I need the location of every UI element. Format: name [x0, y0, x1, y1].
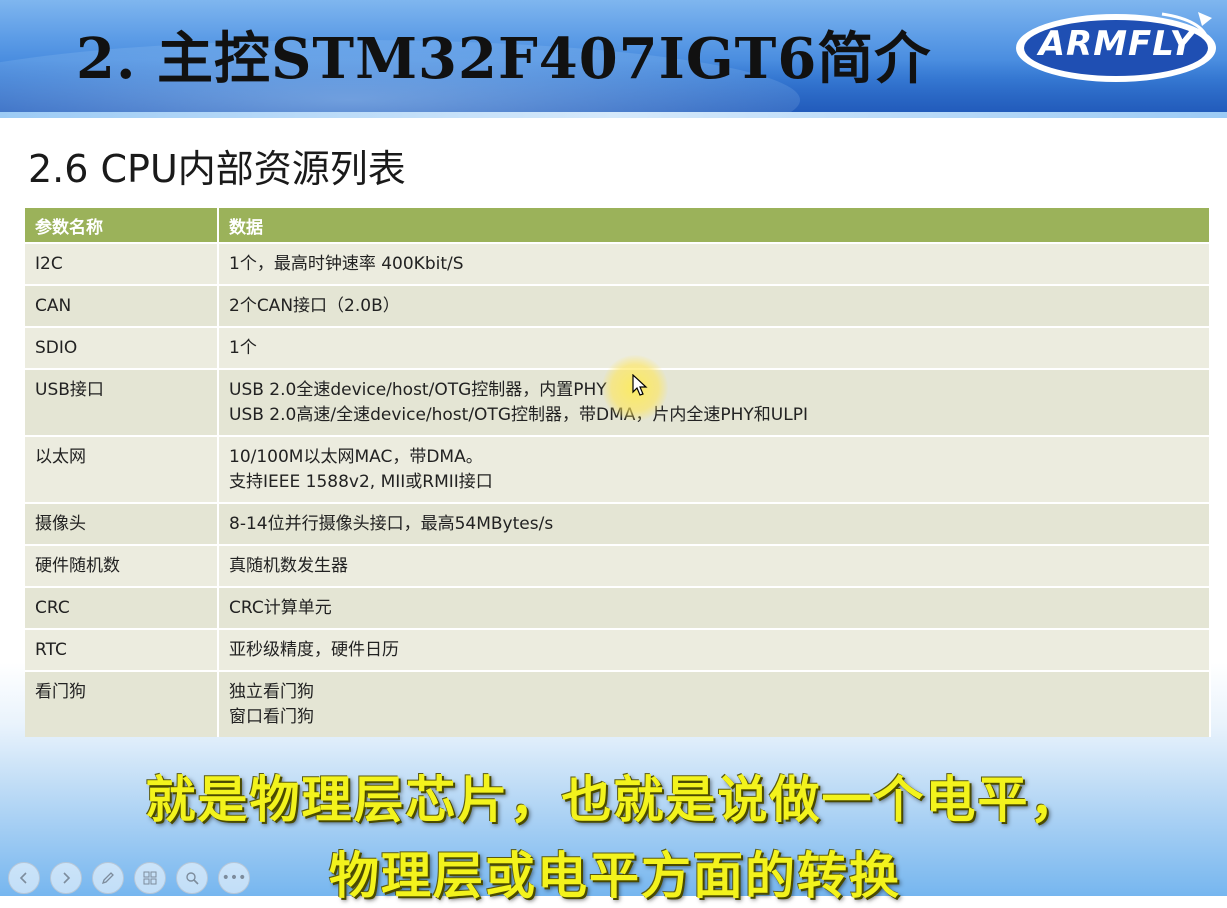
prev-icon[interactable]: [8, 862, 40, 894]
table-header-row: 参数名称 数据: [25, 208, 1211, 243]
value-line: USB 2.0高速/全速device/host/OTG控制器，带DMA，片内全速…: [229, 405, 808, 425]
table-row: USB接口 USB 2.0全速device/host/OTG控制器，内置PHY …: [25, 368, 1211, 436]
row-value: 亚秒级精度，硬件日历: [218, 628, 1211, 671]
mouse-cursor-icon: [632, 374, 648, 396]
logo-text: ARMFLY: [1038, 24, 1196, 64]
value-line: 1个，最高时钟速率 400Kbit/S: [229, 254, 464, 274]
table-row: 以太网 10/100M以太网MAC，带DMA。 支持IEEE 1588v2, M…: [25, 435, 1211, 503]
row-value: 独立看门狗 窗口看门狗: [218, 670, 1211, 737]
column-header-name: 参数名称: [25, 208, 219, 243]
cpu-resource-table: 参数名称 数据 I2C 1个，最高时钟速率 400Kbit/S CAN 2个CA…: [25, 208, 1211, 737]
row-label: RTC: [25, 628, 219, 671]
row-label: SDIO: [25, 326, 219, 369]
row-label: 摄像头: [25, 502, 219, 545]
next-icon[interactable]: [50, 862, 82, 894]
row-value: 真随机数发生器: [218, 544, 1211, 587]
table-row: 硬件随机数 真随机数发生器: [25, 544, 1211, 587]
value-line: 2个CAN接口（2.0B）: [229, 296, 400, 316]
row-label: CRC: [25, 586, 219, 629]
more-icon[interactable]: •••: [218, 862, 250, 894]
section-heading: 2.6 CPU内部资源列表: [28, 147, 406, 191]
row-label: I2C: [25, 242, 219, 285]
value-line: 真随机数发生器: [229, 556, 348, 576]
row-value: CRC计算单元: [218, 586, 1211, 629]
value-line: CRC计算单元: [229, 598, 332, 618]
table-row: 看门狗 独立看门狗 窗口看门狗: [25, 670, 1211, 737]
row-value: 10/100M以太网MAC，带DMA。 支持IEEE 1588v2, MII或R…: [218, 435, 1211, 503]
table-row: CAN 2个CAN接口（2.0B）: [25, 284, 1211, 327]
row-label: USB接口: [25, 368, 219, 436]
table-row: RTC 亚秒级精度，硬件日历: [25, 628, 1211, 671]
row-value: USB 2.0全速device/host/OTG控制器，内置PHY USB 2.…: [218, 368, 1211, 436]
slide-header: 2. 主控STM32F407IGT6简介 ARMFLY: [0, 0, 1227, 112]
row-label: 以太网: [25, 435, 219, 503]
row-value: 8-14位并行摄像头接口，最高54MBytes/s: [218, 502, 1211, 545]
slide-title: 2. 主控STM32F407IGT6简介: [76, 26, 932, 92]
slideshow-nav: •••: [8, 862, 250, 894]
row-value: 2个CAN接口（2.0B）: [218, 284, 1211, 327]
value-line: 10/100M以太网MAC，带DMA。: [229, 447, 483, 467]
table-row: SDIO 1个: [25, 326, 1211, 369]
value-line: 支持IEEE 1588v2, MII或RMII接口: [229, 472, 493, 492]
row-label: 看门狗: [25, 670, 219, 737]
row-label: CAN: [25, 284, 219, 327]
value-line: 8-14位并行摄像头接口，最高54MBytes/s: [229, 514, 554, 534]
column-header-data: 数据: [218, 208, 1211, 243]
zoom-icon[interactable]: [176, 862, 208, 894]
table-row: CRC CRC计算单元: [25, 586, 1211, 629]
table-row: 摄像头 8-14位并行摄像头接口，最高54MBytes/s: [25, 502, 1211, 545]
slides-icon[interactable]: [134, 862, 166, 894]
value-line: 独立看门狗: [229, 682, 314, 702]
row-value: 1个，最高时钟速率 400Kbit/S: [218, 242, 1211, 285]
row-value: 1个: [218, 326, 1211, 369]
more-icon-glyph: •••: [221, 870, 247, 886]
value-line: 1个: [229, 338, 257, 358]
caption-line-2: 物理层或电平方面的转换: [329, 846, 901, 905]
value-line: 窗口看门狗: [229, 707, 314, 727]
value-line: 亚秒级精度，硬件日历: [229, 640, 399, 660]
table-row: I2C 1个，最高时钟速率 400Kbit/S: [25, 242, 1211, 285]
pen-icon[interactable]: [92, 862, 124, 894]
caption-line-1: 就是物理层芯片，也就是说做一个电平，: [145, 770, 1082, 829]
row-label: 硬件随机数: [25, 544, 219, 587]
value-line: USB 2.0全速device/host/OTG控制器，内置PHY: [229, 380, 607, 400]
